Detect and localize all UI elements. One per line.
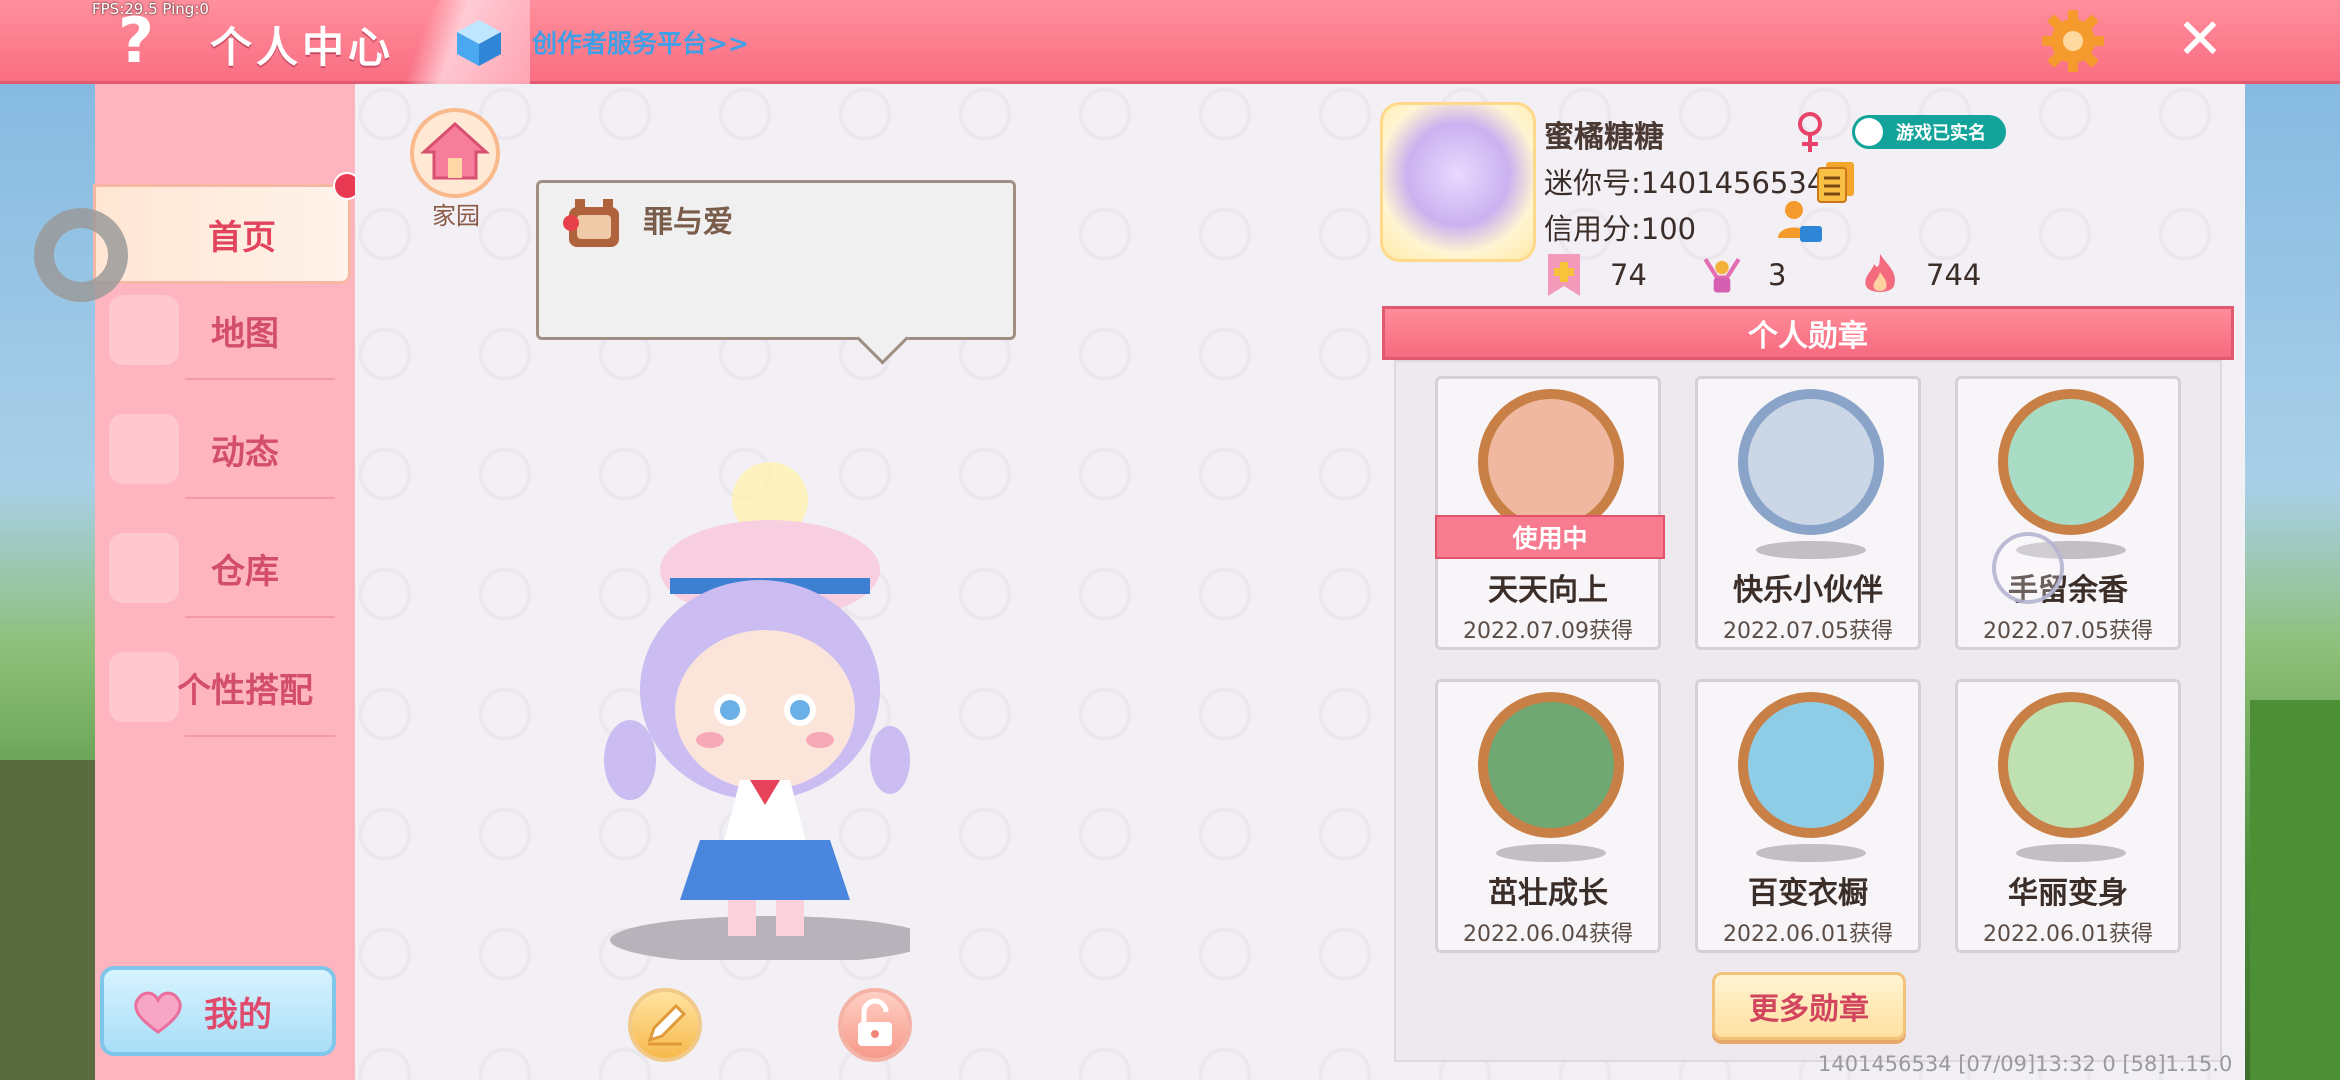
medal-shadow xyxy=(1496,844,1606,862)
medal-name: 百变衣橱 xyxy=(1748,876,1868,911)
medal-card[interactable]: 快乐小伙伴 2022.07.05获得 xyxy=(1695,376,1921,650)
map-icon xyxy=(109,295,179,365)
sidebar-item-feed[interactable]: 动态 xyxy=(95,399,355,499)
edit-signature-button[interactable] xyxy=(628,988,702,1062)
emoji-sticker-icon xyxy=(563,199,619,247)
medal-name: 华丽变身 xyxy=(2008,876,2128,911)
sidebar-item-label: 动态 xyxy=(211,432,279,473)
verified-label: 游戏已实名 xyxy=(1896,123,1986,144)
divider xyxy=(185,378,335,380)
in-use-badge: 使用中 xyxy=(1435,515,1665,559)
left-sidebar: 首页 地图 动态 仓库 个性搭配 xyxy=(93,84,355,1080)
scenery-block-left xyxy=(0,760,95,1080)
close-icon[interactable]: ✕ xyxy=(2170,10,2230,70)
bell-icon xyxy=(109,414,179,484)
medal-date: 2022.06.01获得 xyxy=(1723,922,1893,947)
sidebar-item-outfit[interactable]: 个性搭配 xyxy=(95,637,355,737)
sidebar-item-label: 个性搭配 xyxy=(177,670,313,711)
medal-date: 2022.07.05获得 xyxy=(1723,619,1893,644)
friends-medal-icon xyxy=(1738,389,1884,535)
more-medals-button[interactable]: 更多勋章 xyxy=(1712,972,1906,1040)
friend-icon[interactable] xyxy=(1776,198,1824,244)
gear-icon[interactable] xyxy=(2040,8,2106,74)
sidebar-item-home[interactable]: 首页 xyxy=(93,184,351,284)
signature-text: 罪与爱 xyxy=(643,205,733,240)
verified-user-icon xyxy=(1855,118,1883,146)
female-gender-icon xyxy=(1798,112,1822,152)
divider xyxy=(185,616,335,618)
medal-name: 手留余香 xyxy=(2008,573,2128,608)
transform-medal-icon xyxy=(1998,692,2144,838)
medal-shadow xyxy=(2016,844,2126,862)
medals-header: 个人勋章 xyxy=(1382,306,2234,360)
top-bar: FPS:29.5 Ping:0 ? 个人中心 创作者服务平台>> ✕ xyxy=(0,0,2340,84)
verified-badge: 游戏已实名 xyxy=(1852,115,2006,149)
page-title: 个人中心 xyxy=(210,23,395,72)
medal-date: 2022.07.09获得 xyxy=(1463,619,1633,644)
medal-date: 2022.06.01获得 xyxy=(1983,922,2153,947)
touch-indicator xyxy=(1992,532,2064,604)
wardrobe-icon xyxy=(109,652,179,722)
privacy-lock-button[interactable] xyxy=(838,988,912,1062)
footer-build-info: 1401456534 [07/09]13:32 0 [58]1.15.0 xyxy=(1818,1052,2233,1076)
stat-value: 74 xyxy=(1610,258,1647,292)
medal-name: 快乐小伙伴 xyxy=(1733,573,1883,608)
sidebar-item-label: 地图 xyxy=(211,313,279,354)
sidebar-item-label: 首页 xyxy=(208,217,276,258)
bookmark-plus-icon xyxy=(1548,254,1580,296)
medal-shadow xyxy=(1756,844,1866,862)
stat-likes: 74 xyxy=(1544,250,1647,300)
medal-name: 天天向上 xyxy=(1488,573,1608,608)
pencil-icon xyxy=(647,1003,687,1046)
medal-card[interactable]: 茁壮成长 2022.06.04获得 xyxy=(1435,679,1661,953)
calendar-medal-icon xyxy=(1478,389,1624,535)
wardrobe-medal-icon xyxy=(1738,692,1884,838)
floating-assist-button[interactable] xyxy=(34,208,128,302)
cube-icon[interactable] xyxy=(455,18,503,68)
cheer-icon xyxy=(1703,258,1741,293)
medal-date: 2022.06.04获得 xyxy=(1463,922,1633,947)
unlock-icon xyxy=(858,998,892,1046)
medal-card[interactable]: 手留余香 2022.07.05获得 xyxy=(1955,376,2181,650)
heart-icon xyxy=(134,991,182,1034)
mine-label: 我的 xyxy=(204,994,272,1035)
player-avatar-character[interactable] xyxy=(590,460,910,960)
growth-medal-icon xyxy=(1478,692,1624,838)
mini-id: 迷你号:1401456534 xyxy=(1544,166,1826,200)
sidebar-item-warehouse[interactable]: 仓库 xyxy=(95,518,355,618)
medal-card[interactable]: 华丽变身 2022.06.01获得 xyxy=(1955,679,2181,953)
creator-platform-link[interactable]: 创作者服务平台>> xyxy=(532,24,749,60)
mine-button[interactable]: 我的 xyxy=(100,966,336,1056)
fragrance-medal-icon xyxy=(1998,389,2144,535)
medal-name: 茁壮成长 xyxy=(1488,876,1608,911)
home-garden-button[interactable] xyxy=(410,108,500,198)
sidebar-item-map[interactable]: 地图 xyxy=(95,280,355,380)
sidebar-item-label: 仓库 xyxy=(211,551,279,592)
medal-shadow xyxy=(1756,541,1866,559)
stat-fans: 3 xyxy=(1702,250,1786,300)
nickname: 蜜橘糖糖 xyxy=(1544,120,1664,155)
divider xyxy=(185,735,335,737)
scenery-block-right xyxy=(2250,700,2340,1080)
house-icon xyxy=(420,121,490,180)
medal-date: 2022.07.05获得 xyxy=(1983,619,2153,644)
stat-value: 744 xyxy=(1926,258,1982,292)
divider xyxy=(185,497,335,499)
stat-popularity: 744 xyxy=(1860,250,1981,300)
signature-bubble[interactable]: 罪与爱 xyxy=(536,180,1016,340)
profile-avatar[interactable] xyxy=(1380,102,1536,262)
flame-icon xyxy=(1865,254,1895,292)
medal-card[interactable]: 百变衣橱 2022.06.01获得 xyxy=(1695,679,1921,953)
help-icon[interactable]: ? xyxy=(110,8,162,74)
home-garden-label: 家园 xyxy=(432,202,480,230)
house-icon xyxy=(109,533,179,603)
medal-card[interactable]: 使用中 天天向上 2022.07.09获得 xyxy=(1435,376,1665,650)
credit-score: 信用分:100 xyxy=(1544,212,1697,246)
stat-value: 3 xyxy=(1768,258,1787,292)
